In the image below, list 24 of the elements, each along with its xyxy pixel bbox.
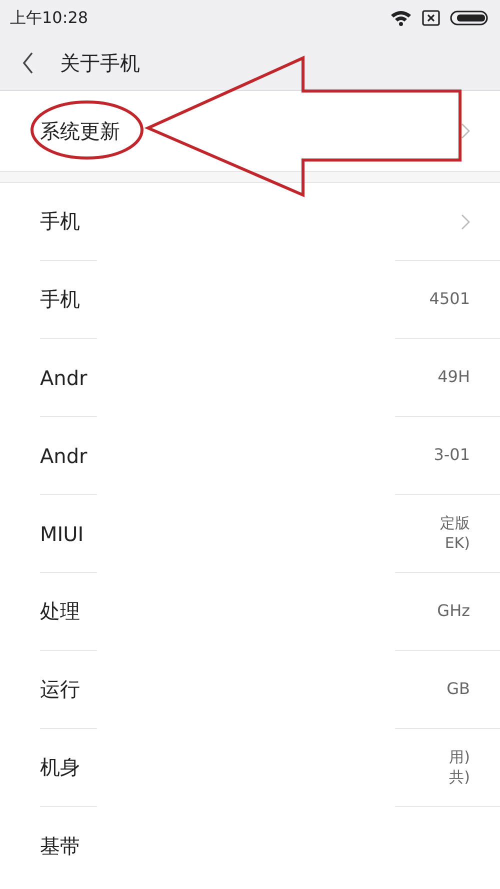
setting-label: Andr (40, 444, 88, 468)
setting-value: EK) (444, 534, 470, 553)
setting-label: 基带 (40, 832, 80, 860)
wifi-icon (390, 10, 412, 26)
sim-x-icon (422, 10, 440, 26)
setting-value: 49H (438, 367, 470, 388)
setting-value: 用) (449, 748, 470, 768)
setting-value: 3-01 (434, 445, 470, 466)
back-icon[interactable] (22, 52, 34, 74)
setting-value: 4501 (429, 289, 470, 310)
setting-value: 共) (449, 768, 470, 787)
setting-value: GHz (437, 601, 470, 622)
setting-label: 手机 (40, 208, 80, 235)
setting-label: Andr (40, 366, 88, 390)
setting-value: GB (446, 679, 470, 700)
setting-label: 处理 (40, 598, 80, 625)
setting-label: MIUI (40, 522, 84, 546)
page-title: 关于手机 (60, 50, 140, 76)
setting-value: 定版 (440, 514, 470, 534)
status-time: 上午10:28 (10, 8, 88, 28)
setting-label: 手机 (40, 286, 80, 313)
setting-label: 机身 (40, 754, 80, 781)
setting-label: 运行 (40, 676, 80, 703)
battery-icon (450, 10, 490, 26)
